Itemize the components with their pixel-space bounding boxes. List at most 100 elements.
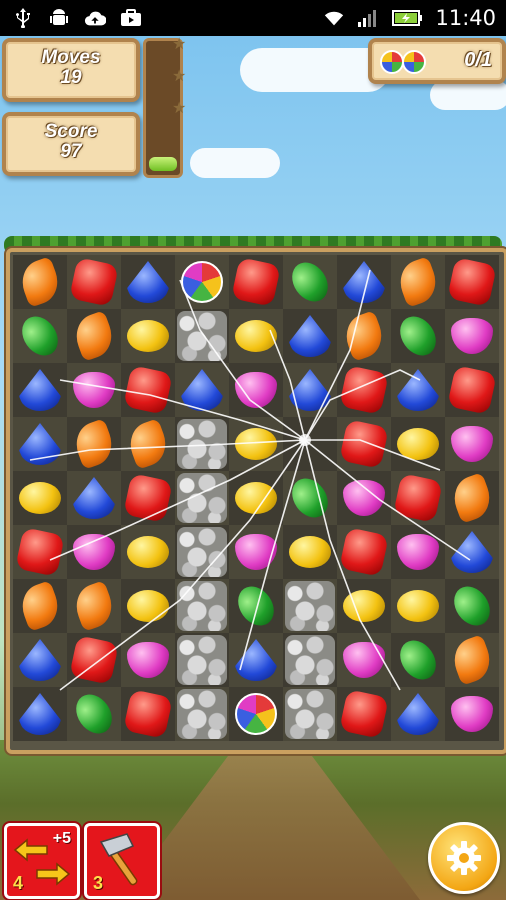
board-cell[interactable] [445, 417, 499, 471]
board-cell[interactable] [337, 633, 391, 687]
board-cell[interactable] [229, 417, 283, 471]
yellow-candy[interactable] [19, 482, 61, 514]
board-cell[interactable] [445, 579, 499, 633]
blue-candy[interactable] [397, 693, 439, 735]
green-candy[interactable] [284, 255, 336, 309]
red-candy[interactable] [339, 527, 389, 577]
board-cell[interactable] [283, 309, 337, 363]
green-candy[interactable] [446, 579, 498, 633]
board-cell[interactable] [283, 255, 337, 309]
board-cell[interactable] [67, 417, 121, 471]
red-candy[interactable] [393, 473, 443, 523]
pink-candy[interactable] [451, 696, 493, 732]
board-cell[interactable] [337, 687, 391, 741]
green-candy[interactable] [284, 471, 336, 525]
board-cell[interactable] [283, 579, 337, 633]
board-cell[interactable] [175, 525, 229, 579]
board-cell[interactable] [283, 687, 337, 741]
board-cell[interactable] [121, 471, 175, 525]
board-cell[interactable] [391, 471, 445, 525]
board-cell[interactable] [67, 633, 121, 687]
orange-candy[interactable] [69, 310, 119, 362]
board-cell[interactable] [13, 255, 67, 309]
board-cell[interactable] [121, 579, 175, 633]
board-cell[interactable] [337, 363, 391, 417]
board-cell[interactable] [67, 309, 121, 363]
board-cell[interactable] [391, 633, 445, 687]
blue-candy[interactable] [181, 369, 223, 411]
board-cell[interactable] [337, 309, 391, 363]
board-cell[interactable] [283, 525, 337, 579]
orange-candy[interactable] [15, 580, 65, 632]
rainbow-candy[interactable] [181, 261, 223, 303]
board-cell[interactable] [175, 309, 229, 363]
board-cell[interactable] [121, 309, 175, 363]
board-cell[interactable] [175, 255, 229, 309]
red-candy[interactable] [231, 257, 281, 307]
yellow-candy[interactable] [127, 536, 169, 568]
board-cell[interactable] [175, 687, 229, 741]
pink-candy[interactable] [235, 534, 277, 570]
board-cell[interactable] [67, 579, 121, 633]
board-cell[interactable] [13, 471, 67, 525]
board-cell[interactable] [445, 363, 499, 417]
settings-button[interactable] [428, 822, 500, 894]
board-cell[interactable] [121, 633, 175, 687]
red-candy[interactable] [15, 527, 65, 577]
board-cell[interactable] [445, 687, 499, 741]
board-cell[interactable] [229, 309, 283, 363]
board-cell[interactable] [283, 363, 337, 417]
pink-candy[interactable] [127, 642, 169, 678]
blue-candy[interactable] [235, 639, 277, 681]
board-cell[interactable] [13, 687, 67, 741]
board-cell[interactable] [121, 255, 175, 309]
board-cell[interactable] [229, 687, 283, 741]
board-cell[interactable] [67, 471, 121, 525]
board-cell[interactable] [391, 363, 445, 417]
red-candy[interactable] [69, 635, 119, 685]
pink-candy[interactable] [451, 426, 493, 462]
orange-candy[interactable] [447, 634, 497, 686]
orange-candy[interactable] [15, 256, 65, 308]
yellow-candy[interactable] [397, 590, 439, 622]
board-cell[interactable] [175, 363, 229, 417]
board-cell[interactable] [229, 633, 283, 687]
green-candy[interactable] [392, 633, 444, 687]
board-cell[interactable] [337, 471, 391, 525]
board-cell[interactable] [175, 633, 229, 687]
board-cell[interactable] [283, 633, 337, 687]
board-cell[interactable] [121, 363, 175, 417]
board-cell[interactable] [337, 579, 391, 633]
orange-candy[interactable] [69, 418, 119, 470]
board-cell[interactable] [337, 417, 391, 471]
orange-candy[interactable] [447, 472, 497, 524]
pink-candy[interactable] [397, 534, 439, 570]
board-cell[interactable] [175, 417, 229, 471]
yellow-candy[interactable] [289, 536, 331, 568]
blue-candy[interactable] [19, 423, 61, 465]
yellow-candy[interactable] [235, 320, 277, 352]
board-cell[interactable] [67, 255, 121, 309]
green-candy[interactable] [392, 309, 444, 363]
board-cell[interactable] [13, 363, 67, 417]
pink-candy[interactable] [235, 372, 277, 408]
yellow-candy[interactable] [127, 590, 169, 622]
yellow-candy[interactable] [235, 428, 277, 460]
red-candy[interactable] [339, 365, 389, 415]
board-cell[interactable] [283, 471, 337, 525]
blue-candy[interactable] [127, 261, 169, 303]
board-cell[interactable] [391, 525, 445, 579]
board-cell[interactable] [229, 579, 283, 633]
yellow-candy[interactable] [397, 428, 439, 460]
board-cell[interactable] [391, 255, 445, 309]
red-candy[interactable] [69, 257, 119, 307]
pink-candy[interactable] [451, 318, 493, 354]
extra-moves-booster[interactable]: +5 4 [4, 823, 80, 899]
red-candy[interactable] [339, 689, 389, 739]
board-cell[interactable] [391, 579, 445, 633]
blue-candy[interactable] [19, 369, 61, 411]
board-cell[interactable] [175, 579, 229, 633]
yellow-candy[interactable] [127, 320, 169, 352]
board-cell[interactable] [67, 363, 121, 417]
board-cell[interactable] [13, 309, 67, 363]
